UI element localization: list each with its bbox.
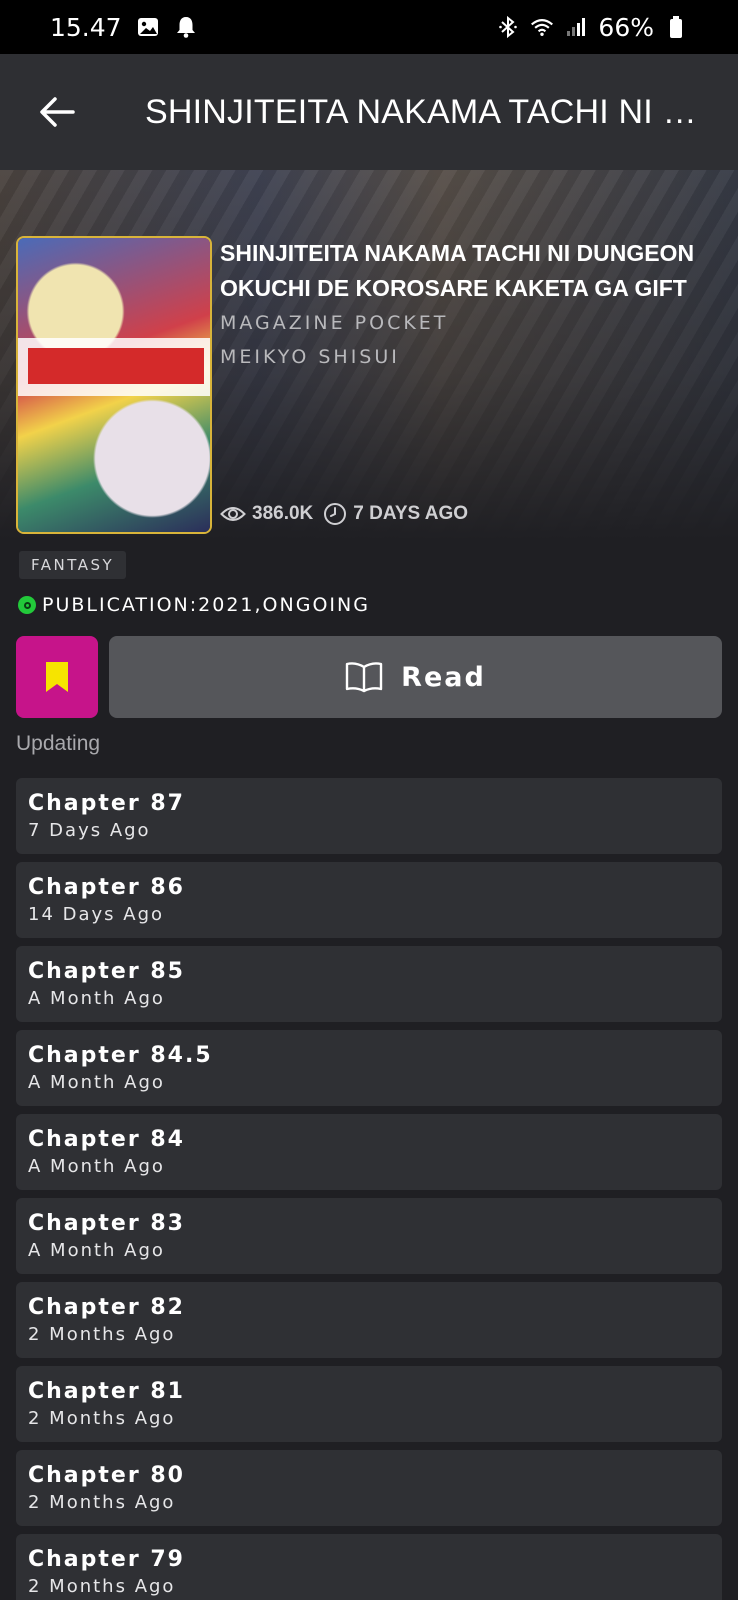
manga-title: SHINJITEITA NAKAMA TACHI NI DUNGEON OKUC… [220,240,695,301]
chapter-item[interactable]: Chapter 84.5 A Month Ago [16,1030,722,1106]
bookmark-icon [46,662,68,692]
manga-info: SHINJITEITA NAKAMA TACHI NI DUNGEON OKUC… [220,236,720,374]
signal-icon [564,15,588,39]
views-stat: 386.0K [220,503,313,525]
app-bar: SHINJITEITA NAKAMA TACHI NI DUNGEON OKUC… [0,54,738,170]
gallery-notification-icon [136,15,160,39]
wifi-icon [530,15,554,39]
read-button-label: Read [401,661,486,693]
status-bar: 15.47 66% [0,0,738,54]
updated-stat: 7 DAYS AGO [323,502,468,526]
bluetooth-icon [496,15,520,39]
chapter-date: A Month Ago [28,1072,165,1093]
manga-stats: 386.0K 7 DAYS AGO [220,502,468,526]
views-count: 386.0K [252,503,314,524]
chapter-item[interactable]: Chapter 81 2 Months Ago [16,1366,722,1442]
chapter-item[interactable]: Chapter 87 7 Days Ago [16,778,722,854]
updated-text: 7 DAYS AGO [353,503,469,524]
chapter-date: 2 Months Ago [28,1324,176,1345]
cover-art [18,238,210,532]
chapter-title: Chapter 84 [28,1127,185,1152]
bell-notification-icon [174,15,198,39]
arrow-left-icon [40,97,75,127]
chapter-date: A Month Ago [28,988,165,1009]
chapter-title: Chapter 81 [28,1379,185,1404]
author: MEIKYO SHISUI [220,346,400,368]
cover-image [16,236,212,534]
battery-icon [664,15,688,39]
eye-icon [220,507,246,521]
genre-tag[interactable]: FANTASY [19,551,127,579]
battery-percent: 66% [598,12,654,42]
publisher: MAGAZINE POCKET [220,312,449,334]
chapter-date: 2 Months Ago [28,1408,176,1429]
publication-status: PUBLICATION:2021,ONGOING [18,594,370,616]
chapter-title: Chapter 83 [28,1211,185,1236]
read-button[interactable]: Read [109,636,722,718]
chapter-date: 2 Months Ago [28,1576,176,1597]
chapter-date: 2 Months Ago [28,1492,176,1513]
chapter-title: Chapter 82 [28,1295,185,1320]
chapter-item[interactable]: Chapter 80 2 Months Ago [16,1450,722,1526]
status-time: 15.47 [50,12,122,42]
chapter-title: Chapter 80 [28,1463,185,1488]
status-dot-icon [18,596,36,614]
book-open-icon [345,662,383,693]
chapter-date: 7 Days Ago [28,820,151,841]
chapter-item[interactable]: Chapter 84 A Month Ago [16,1114,722,1190]
updating-label: Updating [16,732,101,755]
chapter-item[interactable]: Chapter 86 14 Days Ago [16,862,722,938]
chapter-title: Chapter 79 [28,1547,185,1572]
chapter-item[interactable]: Chapter 82 2 Months Ago [16,1282,722,1358]
chapter-list: Chapter 87 7 Days Ago Chapter 86 14 Days… [16,778,722,1600]
chapter-title: Chapter 85 [28,959,185,984]
page-title: SHINJITEITA NAKAMA TACHI NI DUNGEON OKUC… [145,92,705,131]
chapter-date: 14 Days Ago [28,904,165,925]
chapter-item[interactable]: Chapter 85 A Month Ago [16,946,722,1022]
bookmark-button[interactable] [16,636,98,718]
chapter-item[interactable]: Chapter 83 A Month Ago [16,1198,722,1274]
back-button[interactable] [27,82,87,142]
publication-text: PUBLICATION:2021,ONGOING [42,594,370,616]
clock-icon [324,503,347,525]
chapter-date: A Month Ago [28,1156,165,1177]
chapter-item[interactable]: Chapter 79 2 Months Ago [16,1534,722,1600]
chapter-title: Chapter 86 [28,875,185,900]
chapter-title: Chapter 84.5 [28,1043,213,1068]
chapter-title: Chapter 87 [28,791,185,816]
chapter-date: A Month Ago [28,1240,165,1261]
